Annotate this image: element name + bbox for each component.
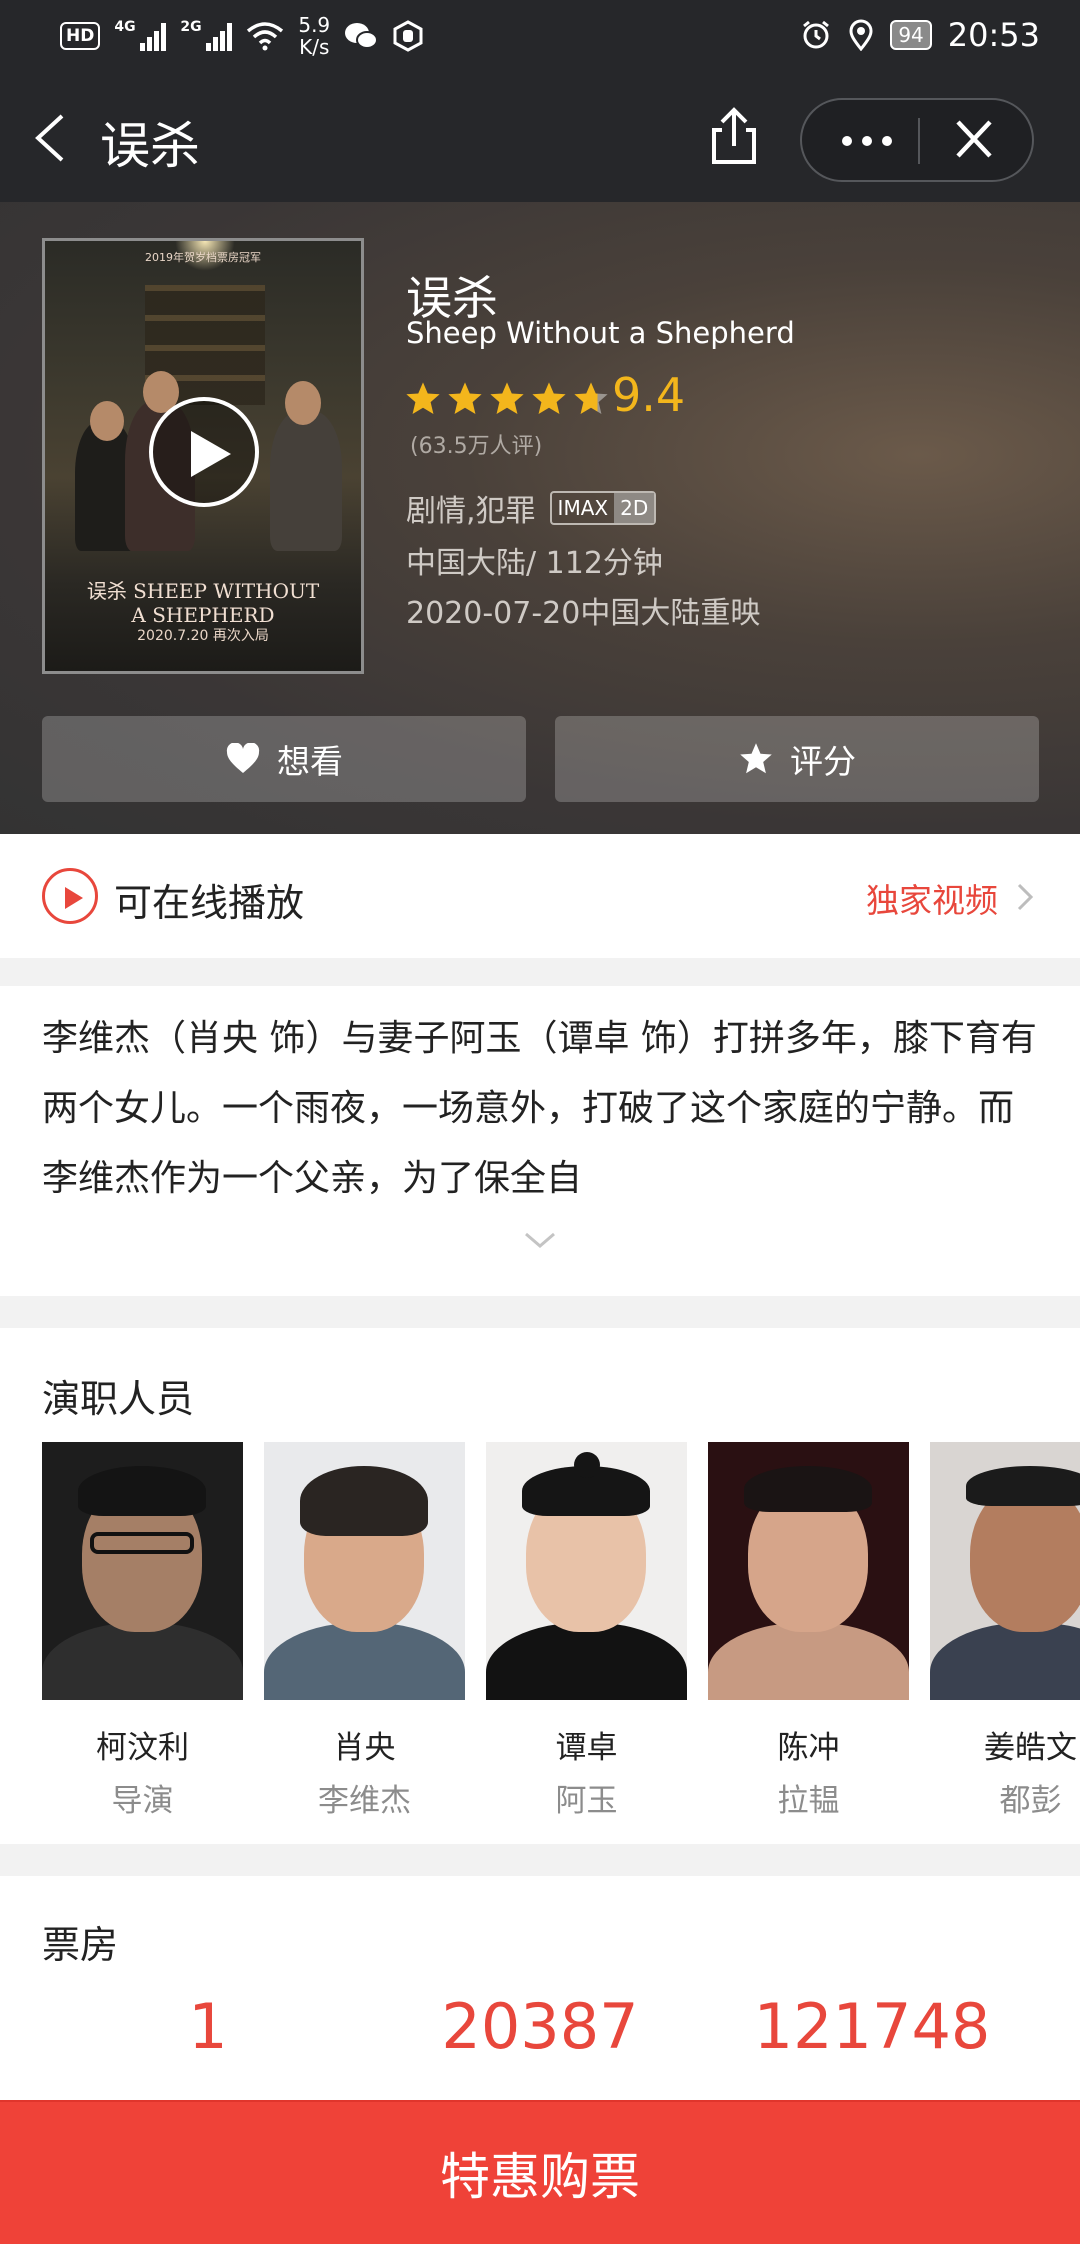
status-left: HD 4G 2G 5.9 K/s: [60, 14, 424, 58]
cast-section-title: 演职人员: [42, 1377, 195, 1421]
cast-name: 肖央: [333, 1730, 396, 1766]
mini-program-capsule: [800, 98, 1034, 182]
hand-notification-icon: [393, 20, 423, 52]
cast-role: 都彭: [999, 1783, 1062, 1819]
cast-photo: [708, 1442, 909, 1700]
format-tag: IMAX 2D: [549, 491, 657, 525]
cast-member[interactable]: 姜皓文 都彭: [930, 1442, 1080, 1820]
more-button[interactable]: [822, 112, 912, 170]
share-icon: [712, 107, 756, 164]
hd-voice-icon: HD: [60, 22, 101, 50]
chevron-down-icon[interactable]: [522, 1230, 558, 1250]
movie-genre: 剧情,犯罪: [406, 494, 536, 529]
play-circle-icon: [42, 868, 98, 924]
poster-face: [90, 401, 124, 441]
exclusive-video-link[interactable]: 独家视频: [866, 874, 998, 922]
cast-photo: [930, 1442, 1080, 1700]
box-office-title: 票房: [42, 1923, 119, 1967]
online-play-label: 可在线播放: [114, 881, 305, 925]
rating-votes: (63.5万人评): [410, 434, 543, 459]
cast-member[interactable]: 陈冲 拉韫: [708, 1442, 909, 1820]
cast-name: 姜皓文: [984, 1730, 1077, 1766]
net-speed: 5.9 K/s: [298, 13, 331, 59]
alarm-icon: [803, 20, 830, 49]
cast-photo: [264, 1442, 465, 1700]
play-icon: [191, 431, 231, 477]
cast-member[interactable]: 肖央 李维杰: [264, 1442, 465, 1820]
heart-icon: [226, 743, 260, 773]
rating-star-icon: [406, 382, 440, 415]
rate-label: 评分: [790, 742, 856, 781]
wechat-icon: [345, 23, 379, 49]
cast-list: 柯汶利 导演 肖央 李维杰 谭卓 阿玉 陈冲 拉韫 姜皓文 都彭: [42, 1442, 1080, 1820]
close-button[interactable]: [934, 112, 1014, 170]
clock: 20:53: [947, 16, 1040, 54]
format-tag-imax: IMAX: [557, 496, 609, 520]
poster-face: [285, 381, 321, 425]
format-tag-2d: 2D: [614, 493, 655, 523]
dot-icon: [882, 136, 892, 146]
signal-icon-1: 4G: [114, 19, 167, 51]
poster-title: 误杀 SHEEP WITHOUT A SHEPHERD: [86, 579, 320, 627]
back-button[interactable]: [24, 108, 84, 168]
want-to-watch-label: 想看: [277, 742, 343, 781]
movie-english-title: Sheep Without a Shepherd: [406, 316, 795, 350]
want-to-watch-button[interactable]: 想看: [42, 716, 526, 802]
poster-date: 2020.7.20 再次入局: [137, 628, 269, 644]
wifi-icon: [247, 22, 284, 51]
chevron-right-icon: [1017, 883, 1034, 911]
rate-button[interactable]: 评分: [555, 716, 1039, 802]
rating-star-icon: [574, 382, 608, 415]
rating-star-icon: [448, 382, 482, 415]
battery-icon: 94: [890, 20, 932, 50]
box-office-value-2: 20387: [441, 1990, 639, 2063]
poster-figure: [270, 411, 342, 551]
status-right: 94 20:53: [800, 16, 1040, 54]
cast-name: 柯汶利: [96, 1730, 189, 1766]
cast-role: 李维杰: [318, 1783, 411, 1819]
buy-ticket-button[interactable]: 特惠购票: [0, 2100, 1080, 2244]
dot-icon: [842, 136, 852, 146]
chevron-left-icon: [35, 114, 64, 162]
signal-icon-2: 2G: [180, 19, 233, 51]
star-icon: [740, 743, 772, 774]
box-office-value-3: 121748: [753, 1990, 991, 2063]
synopsis-text: 李维杰（肖央 饰）与妻子阿玉（谭卓 饰）打拼多年，膝下育有两个女儿。一个雨夜，一…: [42, 1018, 1037, 1199]
dot-icon: [862, 136, 872, 146]
play-trailer-button[interactable]: [149, 397, 259, 507]
rating-star-icon: [532, 382, 566, 415]
title-bar: 误杀: [0, 74, 1080, 202]
cast-member[interactable]: 谭卓 阿玉: [486, 1442, 687, 1820]
movie-hero: 2019年贺岁档票房冠军 误杀 SHEEP WITHOUT A SHEPHERD…: [0, 202, 1080, 834]
online-play-row[interactable]: 可在线播放 独家视频: [0, 834, 1080, 958]
cast-role: 导演: [111, 1783, 174, 1819]
cast-member[interactable]: 柯汶利 导演: [42, 1442, 243, 1820]
rating-star-icon: [490, 382, 524, 415]
rating-stars: [404, 380, 610, 418]
movie-genre-row: 剧情,犯罪 IMAX 2D: [406, 486, 657, 530]
synopsis-section: 李维杰（肖央 饰）与妻子阿玉（谭卓 饰）打拼多年，膝下育有两个女儿。一个雨夜，一…: [0, 986, 1080, 1296]
box-office-value-1: 1: [188, 1990, 228, 2063]
page-title: 误杀: [100, 117, 200, 175]
close-icon: [956, 120, 992, 158]
cast-photo: [42, 1442, 243, 1700]
cast-name: 谭卓: [555, 1730, 618, 1766]
share-button[interactable]: [704, 104, 764, 168]
poster-top-line: 2019年贺岁档票房冠军: [145, 251, 261, 264]
movie-release: 2020-07-20中国大陆重映: [406, 596, 761, 631]
movie-poster[interactable]: 2019年贺岁档票房冠军 误杀 SHEEP WITHOUT A SHEPHERD…: [42, 238, 364, 674]
box-office-section: 票房 1 20387 121748: [0, 1876, 1080, 2116]
cast-section: 演职人员 柯汶利 导演 肖央 李维杰 谭卓 阿玉 陈冲 拉韫 姜皓文 都彭: [0, 1328, 1080, 1844]
cast-photo: [486, 1442, 687, 1700]
rating-score: 9.4: [612, 368, 686, 422]
movie-region-duration: 中国大陆/ 112分钟: [406, 546, 663, 581]
cast-role: 阿玉: [555, 1783, 618, 1819]
cast-role: 拉韫: [777, 1783, 840, 1819]
capsule-divider: [918, 118, 920, 164]
cast-name: 陈冲: [777, 1730, 840, 1766]
location-icon: [849, 19, 873, 51]
status-bar: HD 4G 2G 5.9 K/s 94 20:53: [0, 0, 1080, 74]
